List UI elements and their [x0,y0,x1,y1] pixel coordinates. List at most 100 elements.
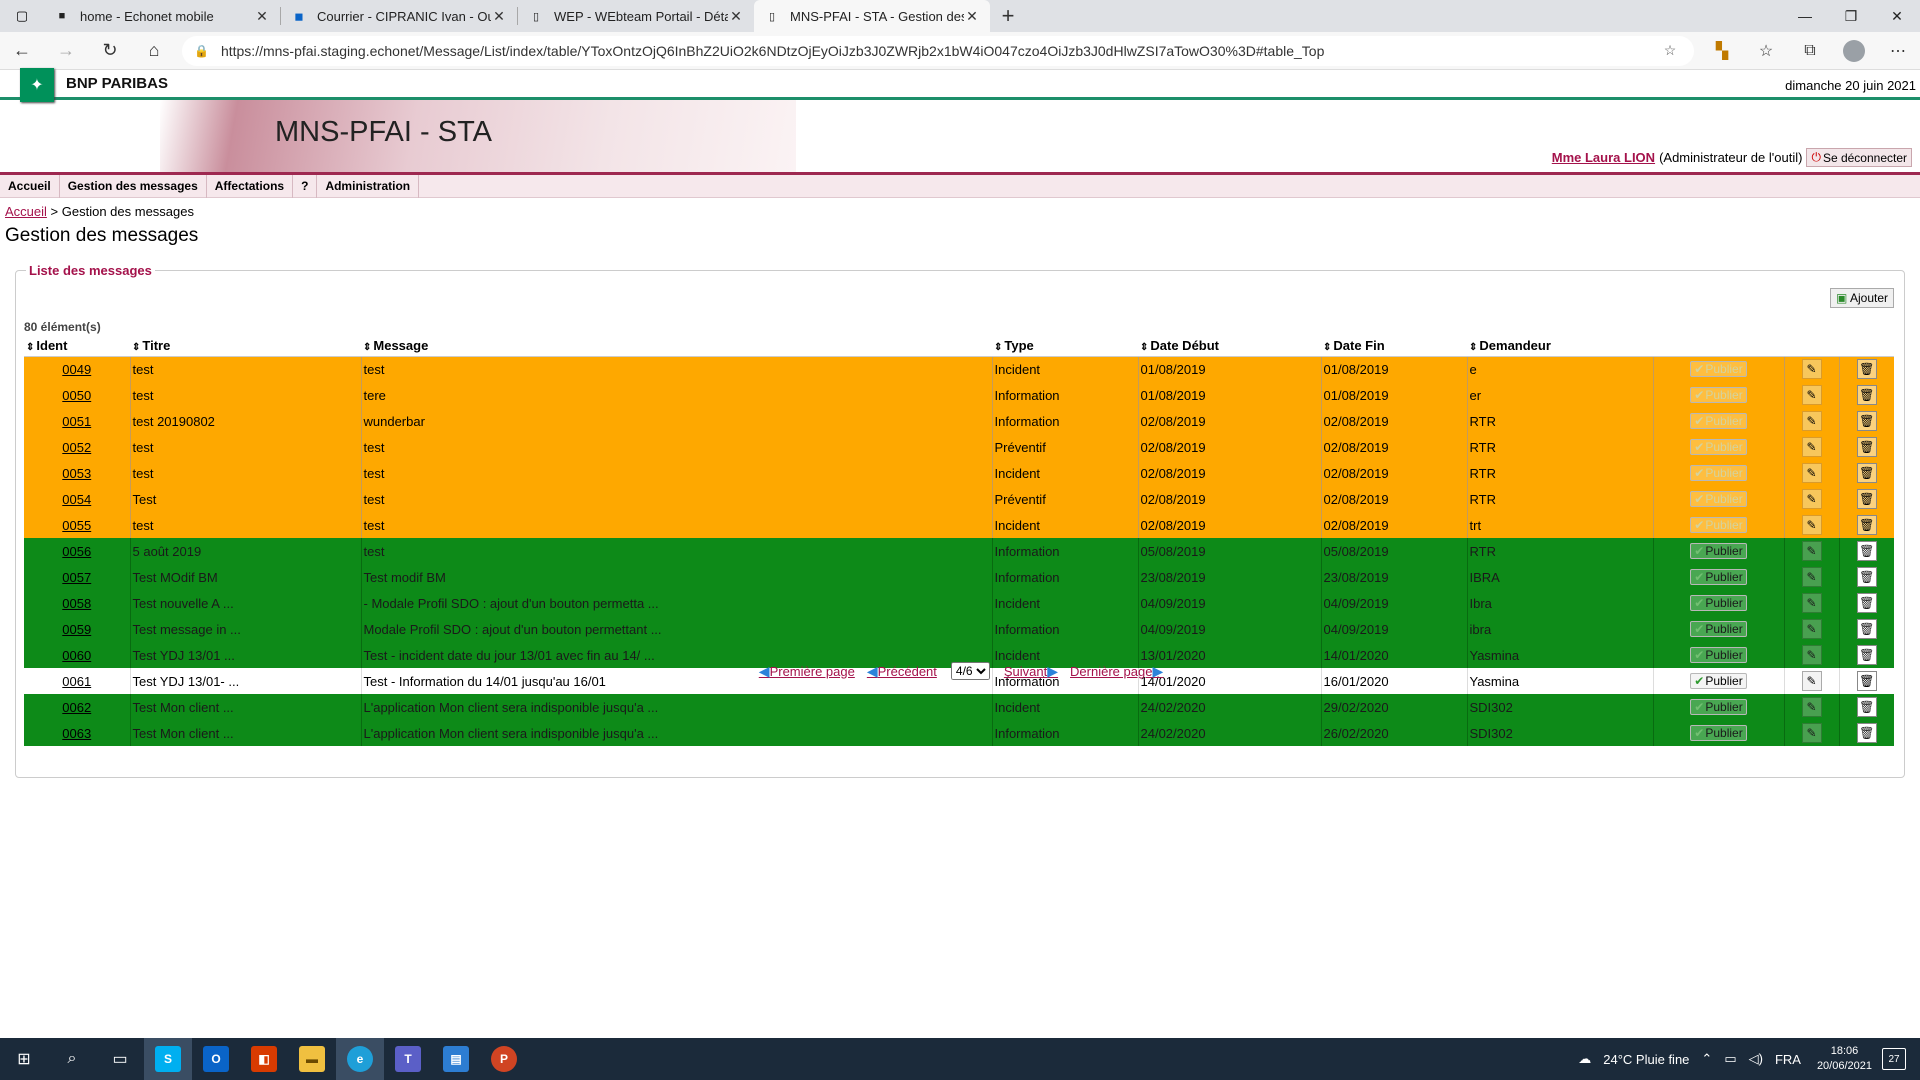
edit-icon[interactable]: ✎ [1801,463,1822,483]
menu-item-gestion-messages[interactable]: Gestion des messages [60,174,207,198]
add-message-button[interactable]: ▣ Ajouter [1829,288,1894,308]
edit-icon[interactable]: ✎ [1801,489,1822,509]
ident-link[interactable]: 0062 [62,700,91,715]
trash-icon[interactable]: 🗑 [1856,541,1877,561]
edit-icon[interactable]: ✎ [1801,567,1822,587]
publish-button[interactable]: ✔ Publier [1690,361,1747,378]
trash-icon[interactable]: 🗑 [1856,411,1877,431]
tab-close-icon[interactable]: ✕ [491,8,507,25]
edit-icon[interactable]: ✎ [1801,515,1822,535]
col-header-demandeur[interactable]: ⇕ Demandeur [1467,335,1653,357]
edit-icon[interactable]: ✎ [1801,697,1822,717]
edit-icon[interactable]: ✎ [1801,541,1822,561]
trash-icon[interactable]: 🗑 [1856,619,1877,639]
ident-link[interactable]: 0058 [62,596,91,611]
publish-button[interactable]: ✔ Publier [1690,387,1747,403]
publish-button[interactable]: ✔ Publier [1690,517,1747,533]
col-header-ident[interactable]: ⇕ Ident [24,335,130,357]
publish-button[interactable]: ✔ Publier [1690,439,1747,455]
favorites-icon[interactable]: ☆ [1744,32,1788,70]
trash-icon[interactable]: 🗑 [1856,437,1877,457]
new-tab-icon[interactable]: + [990,0,1026,32]
tab-close-icon[interactable]: ✕ [728,8,744,25]
home-icon[interactable]: ⌂ [132,32,176,70]
back-icon[interactable]: ← [0,32,44,70]
next-page-link[interactable]: Suivant ▶ [1004,663,1058,680]
language-indicator[interactable]: FRA [1775,1052,1801,1067]
trash-icon[interactable]: 🗑 [1856,723,1877,743]
publish-button[interactable]: ✔ Publier [1690,569,1747,585]
ident-link[interactable]: 0051 [62,414,91,429]
trash-icon[interactable]: 🗑 [1856,463,1877,483]
windows-start-icon[interactable]: ⊞ [0,1038,48,1080]
ident-link[interactable]: 0055 [62,518,91,533]
url-field[interactable]: 🔒 https://mns-pfai.staging.echonet/Messa… [182,35,1694,66]
trash-icon[interactable]: 🗑 [1856,593,1877,613]
first-page-link[interactable]: ◀ Première page [759,663,855,680]
outlook-icon[interactable]: O [192,1038,240,1080]
ident-link[interactable]: 0052 [62,440,91,455]
edit-icon[interactable]: ✎ [1801,411,1822,431]
user-name-link[interactable]: Mme Laura LION [1552,150,1655,165]
trash-icon[interactable]: 🗑 [1856,697,1877,717]
favorite-add-icon[interactable]: ☆ [1658,42,1682,59]
publish-button[interactable]: ✔ Publier [1690,647,1747,663]
browser-tab-2[interactable]: ◼ Courrier - CIPRANIC Ivan - Outlo ✕ [281,0,517,32]
publish-button[interactable]: ✔ Publier [1690,543,1747,559]
extension-icon[interactable]: ▚ [1700,32,1744,70]
edit-icon[interactable]: ✎ [1801,437,1822,457]
weather-text[interactable]: 24°C Pluie fine [1603,1052,1689,1067]
notification-center-icon[interactable]: 27 [1882,1048,1906,1070]
edge-icon[interactable]: e [336,1038,384,1080]
col-header-message[interactable]: ⇕ Message [361,335,992,357]
publish-button[interactable]: ✔ Publier [1690,621,1747,637]
more-icon[interactable]: ⋯ [1876,32,1920,70]
edit-icon[interactable]: ✎ [1801,385,1822,405]
chevron-up-icon[interactable]: ⌃ [1701,1051,1712,1067]
refresh-icon[interactable]: ↻ [88,32,132,70]
edit-icon[interactable]: ✎ [1801,593,1822,613]
ident-link[interactable]: 0054 [62,492,91,507]
publish-button[interactable]: ✔ Publier [1690,699,1747,715]
remote-desktop-icon[interactable]: ▤ [432,1038,480,1080]
menu-item-help[interactable]: ? [293,174,318,198]
ident-link[interactable]: 0050 [62,388,91,403]
browser-tab-4[interactable]: ▯ MNS-PFAI - STA - Gestion des m ✕ [754,0,990,32]
menu-item-accueil[interactable]: Accueil [0,174,60,198]
powerpoint-icon[interactable]: P [480,1038,528,1080]
menu-item-affectations[interactable]: Affectations [207,174,294,198]
trash-icon[interactable]: 🗑 [1856,567,1877,587]
file-explorer-icon[interactable]: ▬ [288,1038,336,1080]
forward-icon[interactable]: → [44,32,88,70]
edit-icon[interactable]: ✎ [1801,723,1822,743]
office-icon[interactable]: ◧ [240,1038,288,1080]
col-header-type[interactable]: ⇕ Type [992,335,1138,357]
ident-link[interactable]: 0053 [62,466,91,481]
clock[interactable]: 18:06 20/06/2021 [1817,1044,1872,1074]
ident-link[interactable]: 0059 [62,622,91,637]
search-icon[interactable]: ⌕ [48,1038,96,1080]
skype-icon[interactable]: S [144,1038,192,1080]
publish-button[interactable]: ✔ Publier [1690,595,1747,611]
tab-close-icon[interactable]: ✕ [254,8,270,25]
publish-button[interactable]: ✔ Publier [1690,465,1747,481]
col-header-date-debut[interactable]: ⇕ Date Début [1138,335,1321,357]
task-view-icon[interactable]: ▭ [96,1038,144,1080]
menu-item-administration[interactable]: Administration [317,174,420,198]
tab-actions-icon[interactable]: ▢ [0,0,44,32]
previous-page-link[interactable]: ◀ Précédent [867,663,937,680]
trash-icon[interactable]: 🗑 [1856,489,1877,509]
publish-button[interactable]: ✔ Publier [1690,413,1747,429]
tab-close-icon[interactable]: ✕ [964,8,980,25]
maximize-icon[interactable]: ❐ [1828,0,1874,32]
trash-icon[interactable]: 🗑 [1856,515,1877,535]
ident-link[interactable]: 0056 [62,544,91,559]
collections-icon[interactable]: ⧉ [1788,32,1832,70]
trash-icon[interactable]: 🗑 [1856,359,1877,380]
network-icon[interactable]: ▭ [1724,1051,1736,1067]
minimize-icon[interactable]: — [1782,0,1828,32]
ident-link[interactable]: 0057 [62,570,91,585]
col-header-titre[interactable]: ⇕ Titre [130,335,361,357]
last-page-link[interactable]: Dernière page ▶ [1070,663,1163,680]
teams-icon[interactable]: T [384,1038,432,1080]
